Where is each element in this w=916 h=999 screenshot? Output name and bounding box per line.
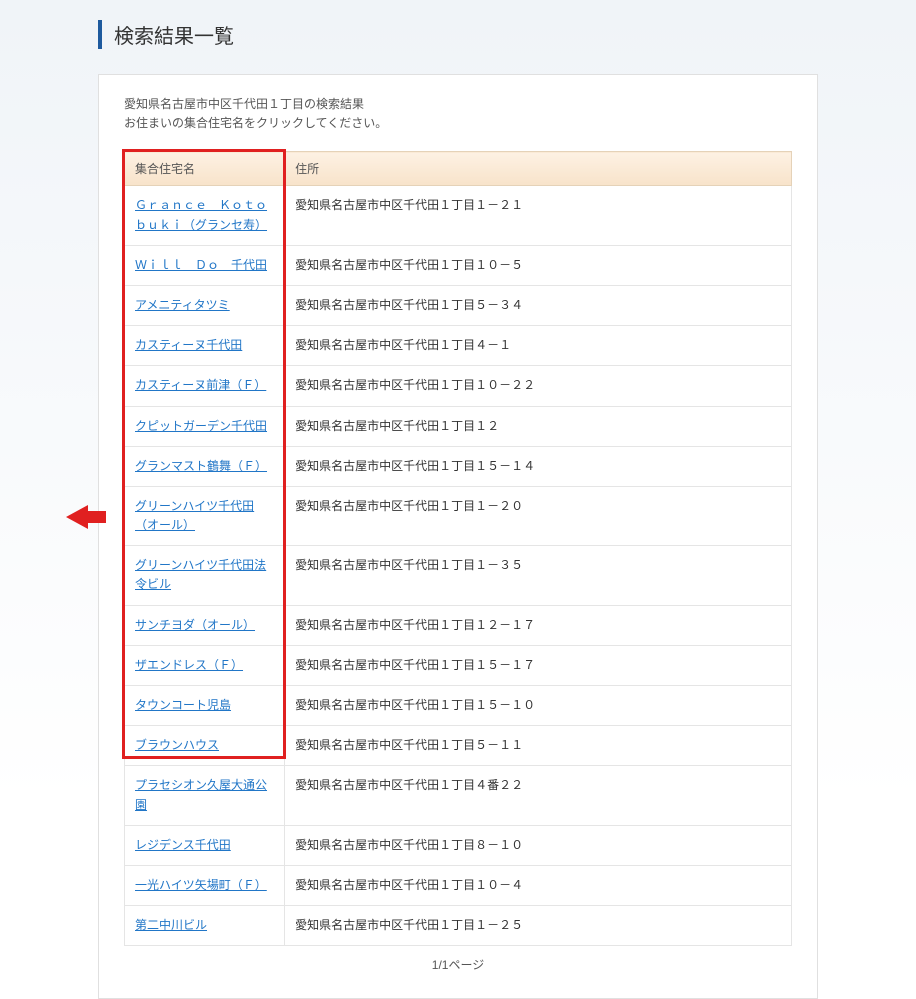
table-header-address: 住所: [285, 152, 792, 186]
table-row: 一光ハイツ矢場町（Ｆ） 愛知県名古屋市中区千代田１丁目１０－４: [125, 865, 792, 905]
pointer-arrow-icon: [66, 505, 106, 529]
address-cell: 愛知県名古屋市中区千代田１丁目１０－５: [285, 245, 792, 285]
table-row: Ｗｉｌｌ Ｄｏ 千代田愛知県名古屋市中区千代田１丁目１０－５: [125, 245, 792, 285]
intro-line-1: 愛知県名古屋市中区千代田１丁目の検索結果: [124, 95, 792, 114]
address-cell: 愛知県名古屋市中区千代田１丁目１２－１７: [285, 605, 792, 645]
address-cell: 愛知県名古屋市中区千代田１丁目１２: [285, 406, 792, 446]
table-row: タウンコート児島 愛知県名古屋市中区千代田１丁目１５－１０: [125, 686, 792, 726]
building-link[interactable]: アメニティタツミ: [135, 296, 230, 315]
address-cell: 愛知県名古屋市中区千代田１丁目１５－１０: [285, 686, 792, 726]
content-box: 愛知県名古屋市中区千代田１丁目の検索結果 お住まいの集合住宅名をクリックしてくだ…: [98, 74, 818, 999]
table-row: 第二中川ビル 愛知県名古屋市中区千代田１丁目１－２５: [125, 906, 792, 946]
address-cell: 愛知県名古屋市中区千代田１丁目１－２０: [285, 486, 792, 545]
building-link[interactable]: グリーンハイツ千代田法令ビル: [135, 556, 274, 594]
table-row: Ｇｒａｎｃｅ Ｋｏｔｏｂｕｋｉ（グランセ寿） 愛知県名古屋市中区千代田１丁目１－２…: [125, 186, 792, 245]
table-row: ブラウンハウス 愛知県名古屋市中区千代田１丁目５－１１: [125, 726, 792, 766]
building-link[interactable]: ブラウンハウス: [135, 736, 219, 755]
address-cell: 愛知県名古屋市中区千代田１丁目１－２５: [285, 906, 792, 946]
table-row: レジデンス千代田 愛知県名古屋市中区千代田１丁目８－１０: [125, 825, 792, 865]
table-row: クピットガーデン千代田愛知県名古屋市中区千代田１丁目１２: [125, 406, 792, 446]
address-cell: 愛知県名古屋市中区千代田１丁目４番２２: [285, 766, 792, 825]
building-link[interactable]: カスティーヌ千代田: [135, 336, 242, 355]
address-cell: 愛知県名古屋市中区千代田１丁目５－１１: [285, 726, 792, 766]
table-row: プラセシオン久屋大通公園愛知県名古屋市中区千代田１丁目４番２２: [125, 766, 792, 825]
address-cell: 愛知県名古屋市中区千代田１丁目８－１０: [285, 825, 792, 865]
table-row: グリーンハイツ千代田（オール） 愛知県名古屋市中区千代田１丁目１－２０: [125, 486, 792, 545]
table-header-name: 集合住宅名: [125, 152, 285, 186]
building-link[interactable]: タウンコート児島: [135, 696, 231, 715]
building-link[interactable]: クピットガーデン千代田: [135, 417, 267, 436]
building-link[interactable]: グリーンハイツ千代田（オール）: [135, 497, 274, 535]
table-row: アメニティタツミ 愛知県名古屋市中区千代田１丁目５－３４: [125, 285, 792, 325]
table-row: ザエンドレス（Ｆ） 愛知県名古屋市中区千代田１丁目１５－１７: [125, 645, 792, 685]
building-link[interactable]: グランマスト鶴舞（Ｆ）: [135, 457, 267, 476]
page-title: 検索結果一覧: [98, 20, 818, 49]
address-cell: 愛知県名古屋市中区千代田１丁目４－１: [285, 326, 792, 366]
building-link[interactable]: Ｗｉｌｌ Ｄｏ 千代田: [135, 256, 267, 275]
table-row: サンチヨダ（オール） 愛知県名古屋市中区千代田１丁目１２－１７: [125, 605, 792, 645]
table-row: グリーンハイツ千代田法令ビル愛知県名古屋市中区千代田１丁目１－３５: [125, 546, 792, 605]
building-link[interactable]: 一光ハイツ矢場町（Ｆ）: [135, 876, 267, 895]
address-cell: 愛知県名古屋市中区千代田１丁目５－３４: [285, 285, 792, 325]
address-cell: 愛知県名古屋市中区千代田１丁目１０－４: [285, 865, 792, 905]
address-cell: 愛知県名古屋市中区千代田１丁目１－２１: [285, 186, 792, 245]
building-link[interactable]: ザエンドレス（Ｆ）: [135, 656, 243, 675]
building-link[interactable]: Ｇｒａｎｃｅ Ｋｏｔｏｂｕｋｉ（グランセ寿）: [135, 196, 274, 234]
table-row: カスティーヌ千代田 愛知県名古屋市中区千代田１丁目４－１: [125, 326, 792, 366]
building-link[interactable]: レジデンス千代田: [135, 836, 231, 855]
building-link[interactable]: カスティーヌ前津（Ｆ）: [135, 376, 266, 395]
address-cell: 愛知県名古屋市中区千代田１丁目１５－１４: [285, 446, 792, 486]
results-table: 集合住宅名 住所 Ｇｒａｎｃｅ Ｋｏｔｏｂｕｋｉ（グランセ寿） 愛知県名古屋市中区…: [124, 151, 792, 946]
table-row: グランマスト鶴舞（Ｆ） 愛知県名古屋市中区千代田１丁目１５－１４: [125, 446, 792, 486]
pagination: 1/1ページ: [124, 946, 792, 978]
table-row: カスティーヌ前津（Ｆ） 愛知県名古屋市中区千代田１丁目１０－２２: [125, 366, 792, 406]
address-cell: 愛知県名古屋市中区千代田１丁目１０－２２: [285, 366, 792, 406]
intro-line-2: お住まいの集合住宅名をクリックしてください。: [124, 114, 792, 133]
building-link[interactable]: プラセシオン久屋大通公園: [135, 776, 274, 814]
address-cell: 愛知県名古屋市中区千代田１丁目１－３５: [285, 546, 792, 605]
address-cell: 愛知県名古屋市中区千代田１丁目１５－１７: [285, 645, 792, 685]
building-link[interactable]: 第二中川ビル: [135, 916, 207, 935]
building-link[interactable]: サンチヨダ（オール）: [135, 616, 255, 635]
